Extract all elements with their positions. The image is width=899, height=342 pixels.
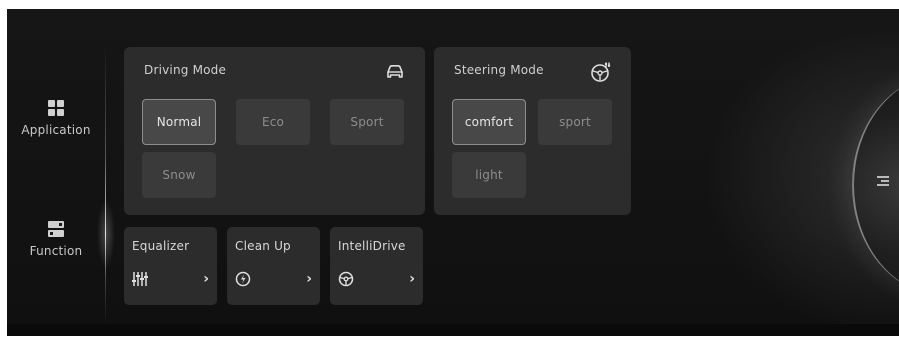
driving-mode-eco-button[interactable]: Eco [236,99,310,145]
steering-mode-title: Steering Mode [454,63,544,77]
clean-up-icon [235,271,251,291]
intellidrive-label: IntelliDrive [338,239,406,253]
clean-up-card[interactable]: Clean Up › [227,227,320,305]
steering-settings-icon [590,61,612,87]
grid-icon [7,100,105,116]
function-panel-icon [7,221,105,237]
car-icon [385,64,405,84]
sidebar-item-label: Function [29,244,83,258]
steering-mode-comfort-button[interactable]: comfort [452,99,526,145]
driving-mode-sport-button[interactable]: Sport [330,99,404,145]
steering-mode-panel: Steering Mode comfort sport light [434,47,631,215]
chevron-right-icon: › [409,271,415,287]
equalizer-icon [132,271,148,291]
bottom-band [7,324,899,336]
clean-up-label: Clean Up [235,239,291,253]
sidebar-divider [105,43,106,323]
steering-mode-light-button[interactable]: light [452,152,526,198]
equalizer-card[interactable]: Equalizer › [124,227,217,305]
sidebar-item-label: Application [21,123,91,137]
chevron-right-icon: › [306,271,312,287]
chevron-right-icon: › [203,271,209,287]
sidebar-item-function[interactable]: Function [7,221,105,258]
intellidrive-card[interactable]: IntelliDrive › [330,227,423,305]
driving-mode-title: Driving Mode [144,63,227,77]
sidebar-item-application[interactable]: Application [7,100,105,137]
driving-mode-panel: Driving Mode Normal Eco Sport Snow [124,47,425,215]
driving-mode-snow-button[interactable]: Snow [142,152,216,198]
steering-wheel-icon [338,271,354,291]
screen: Application Function Driving Mode Normal… [7,9,899,336]
drawer-handle-icon[interactable] [875,173,891,192]
steering-mode-sport-button[interactable]: sport [538,99,612,145]
divider-glow [97,199,115,269]
equalizer-label: Equalizer [132,239,190,253]
driving-mode-normal-button[interactable]: Normal [142,99,216,145]
